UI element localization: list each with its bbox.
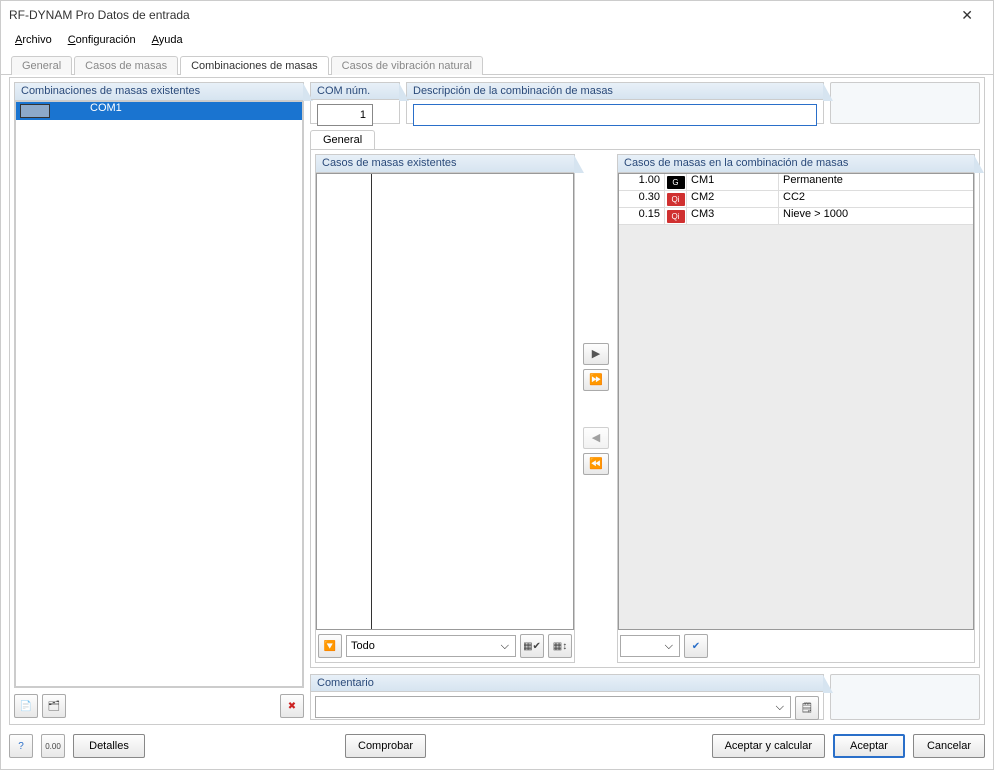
comment-library-icon[interactable]: 🗒: [795, 696, 819, 720]
com-num-input[interactable]: [317, 104, 373, 126]
cell-badge: G: [665, 174, 687, 190]
cell-factor: 0.30: [619, 191, 665, 207]
desc-label: Descripción de la combinación de masas: [407, 83, 823, 100]
target-grid[interactable]: 1.00GCM1Permanente0.30QiCM2CC20.15QiCM3N…: [618, 173, 974, 630]
cell-code: CM1: [687, 174, 779, 190]
tab-general[interactable]: General: [11, 56, 72, 75]
filter-select[interactable]: Todo: [346, 635, 516, 657]
source-grid[interactable]: [316, 173, 574, 630]
cell-type: CC2: [779, 191, 973, 207]
existing-header: Combinaciones de masas existentes: [15, 83, 303, 101]
subtab-general[interactable]: General: [310, 130, 375, 149]
cell-factor: 0.15: [619, 208, 665, 224]
accept-button[interactable]: Aceptar: [833, 734, 905, 758]
move-all-right-icon[interactable]: ⏩: [583, 369, 609, 391]
bottom-note: [830, 674, 980, 720]
target-small-select[interactable]: [620, 635, 680, 657]
tab-combinaciones-masas[interactable]: Combinaciones de masas: [180, 56, 329, 75]
move-all-left-icon[interactable]: ⏪: [583, 453, 609, 475]
move-right-icon[interactable]: ▶: [583, 343, 609, 365]
cell-type: Permanente: [779, 174, 973, 190]
table-row[interactable]: 0.30QiCM2CC2: [619, 191, 973, 208]
hint-note: [830, 82, 980, 124]
com-num-label: COM núm.: [311, 83, 399, 100]
existing-list[interactable]: COM1: [15, 101, 303, 687]
table-row[interactable]: 0.15QiCM3Nieve > 1000: [619, 208, 973, 225]
comment-input[interactable]: [315, 696, 791, 718]
menu-archivo[interactable]: Archivo: [9, 32, 58, 48]
cell-factor: 1.00: [619, 174, 665, 190]
filter-icon[interactable]: 🔽: [318, 634, 342, 658]
check-button[interactable]: Comprobar: [345, 734, 426, 758]
comment-label: Comentario: [311, 675, 823, 692]
units-icon[interactable]: 0.00: [41, 734, 65, 758]
tab-casos-masas[interactable]: Casos de masas: [74, 56, 178, 75]
source-header: Casos de masas existentes: [316, 155, 574, 173]
cell-badge: Qi: [665, 191, 687, 207]
delete-icon[interactable]: ✖: [280, 694, 304, 718]
cell-badge: Qi: [665, 208, 687, 224]
target-header: Casos de masas en la combinación de masa…: [618, 155, 974, 173]
menu-ayuda[interactable]: Ayuda: [146, 32, 189, 48]
menu-configuracion[interactable]: Configuración: [62, 32, 142, 48]
move-left-icon[interactable]: ◀: [583, 427, 609, 449]
arrange-icon[interactable]: ▦↕: [548, 634, 572, 658]
apply-icon[interactable]: ▦✔: [520, 634, 544, 658]
cell-code: CM3: [687, 208, 779, 224]
new-item-icon[interactable]: 📄: [14, 694, 38, 718]
desc-input[interactable]: [413, 104, 817, 126]
table-row[interactable]: 1.00GCM1Permanente: [619, 174, 973, 191]
cancel-button[interactable]: Cancelar: [913, 734, 985, 758]
list-item[interactable]: COM1: [16, 102, 302, 120]
help-icon[interactable]: ?: [9, 734, 33, 758]
cell-code: CM2: [687, 191, 779, 207]
tab-vibracion-natural[interactable]: Casos de vibración natural: [331, 56, 483, 75]
window-title: RF-DYNAM Pro Datos de entrada: [9, 8, 949, 22]
cell-type: Nieve > 1000: [779, 208, 973, 224]
details-button[interactable]: Detalles: [73, 734, 145, 758]
duplicate-icon[interactable]: 🗂: [42, 694, 66, 718]
check-icon[interactable]: ✔: [684, 634, 708, 658]
close-icon[interactable]: ✕: [949, 3, 985, 28]
accept-calc-button[interactable]: Aceptar y calcular: [712, 734, 825, 758]
